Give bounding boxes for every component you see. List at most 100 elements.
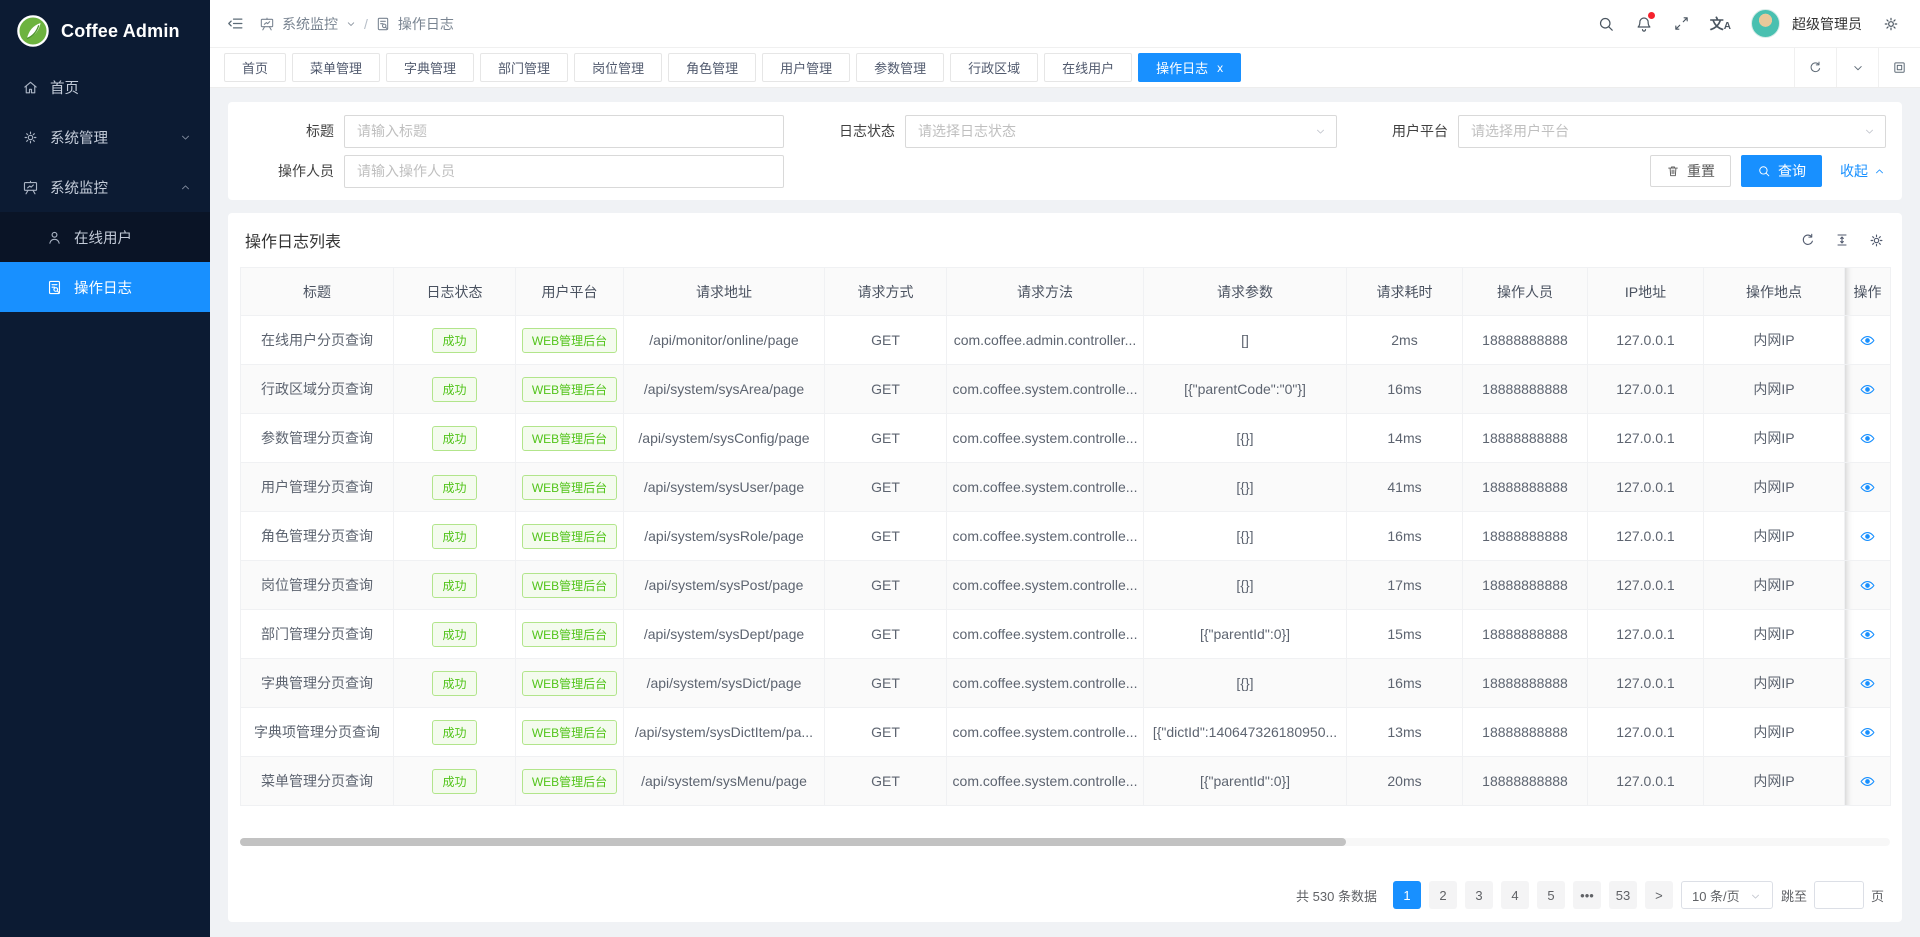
tab-在线用户[interactable]: 在线用户 — [1044, 53, 1132, 82]
status-badge-cell: 成功 — [394, 561, 516, 610]
tab-行政区域[interactable]: 行政区域 — [950, 53, 1038, 82]
sidebar-item-系统监控[interactable]: 系统监控 — [0, 162, 210, 212]
tab-部门管理[interactable]: 部门管理 — [480, 53, 568, 82]
operator-input[interactable] — [344, 155, 784, 188]
tab-参数管理[interactable]: 参数管理 — [856, 53, 944, 82]
avatar[interactable] — [1751, 9, 1780, 38]
gear-icon[interactable] — [1882, 15, 1900, 33]
log-icon — [375, 16, 391, 32]
refresh-icon[interactable] — [1794, 48, 1836, 87]
page-button-3[interactable]: 3 — [1465, 881, 1493, 909]
cell: 参数管理分页查询 — [241, 414, 394, 463]
tab-首页[interactable]: 首页 — [224, 53, 286, 82]
username[interactable]: 超级管理员 — [1792, 14, 1862, 34]
sidebar-item-首页[interactable]: 首页 — [0, 62, 210, 112]
tab-label: 参数管理 — [874, 58, 926, 77]
platform-badge: WEB管理后台 — [522, 622, 617, 647]
translate-icon[interactable]: 文A — [1710, 14, 1731, 34]
sidebar-item-label: 首页 — [50, 77, 79, 98]
eye-icon — [1859, 724, 1876, 741]
view-detail-button[interactable] — [1859, 577, 1876, 594]
status-badge: 成功 — [432, 769, 476, 794]
page-ellipsis[interactable]: ••• — [1573, 881, 1601, 909]
home-icon — [22, 79, 39, 96]
view-detail-button[interactable] — [1859, 675, 1876, 692]
chevron-down-icon[interactable] — [1836, 48, 1878, 87]
view-detail-button[interactable] — [1859, 773, 1876, 790]
cell: 15ms — [1347, 610, 1463, 659]
fullscreen-icon[interactable] — [1673, 15, 1690, 32]
cell: 岗位管理分页查询 — [241, 561, 394, 610]
cell: com.coffee.admin.controller... — [947, 316, 1144, 365]
cell: /api/system/sysDept/page — [624, 610, 825, 659]
tab-角色管理[interactable]: 角色管理 — [668, 53, 756, 82]
view-detail-button[interactable] — [1859, 528, 1876, 545]
row-height-icon[interactable] — [1834, 232, 1850, 248]
page-button-4[interactable]: 4 — [1501, 881, 1529, 909]
cell: 127.0.0.1 — [1588, 316, 1704, 365]
cell: GET — [825, 463, 947, 512]
sidebar-item-系统管理[interactable]: 系统管理 — [0, 112, 210, 162]
cell: 内网IP — [1704, 316, 1845, 365]
view-detail-button[interactable] — [1859, 626, 1876, 643]
page-button-1[interactable]: 1 — [1393, 881, 1421, 909]
table-row: 在线用户分页查询成功WEB管理后台/api/monitor/online/pag… — [241, 316, 1891, 365]
tab-岗位管理[interactable]: 岗位管理 — [574, 53, 662, 82]
table-row: 字典管理分页查询成功WEB管理后台/api/system/sysDict/pag… — [241, 659, 1891, 708]
close-icon[interactable]: x — [1217, 61, 1223, 75]
page-button-53[interactable]: 53 — [1609, 881, 1637, 909]
pagination: 共 530 条数据 12345•••53 > 10 条/页 跳至 页 — [240, 881, 1890, 922]
table-row: 字典项管理分页查询成功WEB管理后台/api/system/sysDictIte… — [241, 708, 1891, 757]
user-platform-select[interactable] — [1458, 115, 1886, 148]
tab-操作日志[interactable]: 操作日志x — [1138, 53, 1241, 82]
reset-button[interactable]: 重置 — [1650, 155, 1731, 187]
horizontal-scrollbar[interactable] — [240, 838, 1890, 846]
page-button-2[interactable]: 2 — [1429, 881, 1457, 909]
status-badge-cell: 成功 — [394, 316, 516, 365]
view-detail-button[interactable] — [1859, 381, 1876, 398]
view-detail-button[interactable] — [1859, 724, 1876, 741]
sidebar-item-label: 操作日志 — [74, 277, 132, 298]
refresh-icon[interactable] — [1800, 232, 1816, 248]
collapse-sidebar-icon[interactable] — [226, 14, 245, 33]
column-header: 用户平台 — [516, 268, 624, 316]
cell: GET — [825, 610, 947, 659]
cell: 18888888888 — [1463, 561, 1588, 610]
collapse-filter-link[interactable]: 收起 — [1840, 161, 1886, 181]
table-row: 部门管理分页查询成功WEB管理后台/api/system/sysDept/pag… — [241, 610, 1891, 659]
tab-菜单管理[interactable]: 菜单管理 — [292, 53, 380, 82]
chevron-down-icon — [1749, 890, 1762, 903]
chevron-down-icon — [345, 18, 357, 30]
sidebar-item-在线用户[interactable]: 在线用户 — [0, 212, 210, 262]
column-header: 标题 — [241, 268, 394, 316]
tab-label: 字典管理 — [404, 58, 456, 77]
search-icon — [1757, 164, 1771, 178]
cell: 18888888888 — [1463, 414, 1588, 463]
cell: 角色管理分页查询 — [241, 512, 394, 561]
gear-icon[interactable] — [1868, 232, 1885, 249]
search-button[interactable]: 查询 — [1741, 155, 1822, 187]
log-status-select[interactable] — [905, 115, 1337, 148]
platform-badge-cell: WEB管理后台 — [516, 561, 624, 610]
cell: 字典项管理分页查询 — [241, 708, 394, 757]
chevron-down-icon — [1851, 61, 1865, 75]
page-button-5[interactable]: 5 — [1537, 881, 1565, 909]
tab-用户管理[interactable]: 用户管理 — [762, 53, 850, 82]
jump-page-input[interactable] — [1814, 881, 1864, 909]
title-input[interactable] — [344, 115, 784, 148]
notifications-button[interactable] — [1635, 15, 1653, 33]
search-icon[interactable] — [1597, 15, 1615, 33]
sidebar-item-操作日志[interactable]: 操作日志 — [0, 262, 210, 312]
view-detail-button[interactable] — [1859, 479, 1876, 496]
page-size-select[interactable]: 10 条/页 — [1681, 881, 1773, 909]
status-badge: 成功 — [432, 671, 476, 696]
breadcrumb-section[interactable]: 系统监控 — [282, 14, 338, 34]
scrollbar-thumb[interactable] — [240, 838, 1346, 846]
next-page-button[interactable]: > — [1645, 881, 1673, 909]
view-detail-button[interactable] — [1859, 430, 1876, 447]
maximize-icon[interactable] — [1878, 48, 1920, 87]
view-detail-button[interactable] — [1859, 332, 1876, 349]
status-badge: 成功 — [432, 426, 476, 451]
tab-label: 岗位管理 — [592, 58, 644, 77]
tab-字典管理[interactable]: 字典管理 — [386, 53, 474, 82]
